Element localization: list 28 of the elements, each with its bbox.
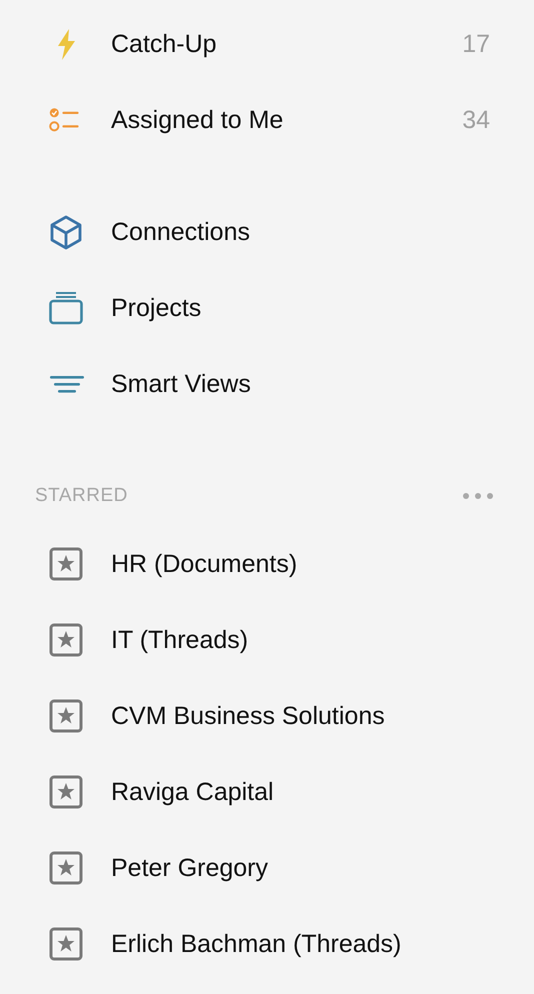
item-count: 34 [462, 106, 490, 134]
starred-label: HR (Documents) [111, 550, 298, 578]
starred-item[interactable]: CVM Business Solutions [0, 678, 534, 754]
starred-item[interactable]: Peter Gregory [0, 830, 534, 906]
nav-label: Connections [111, 218, 250, 246]
nav-label: Smart Views [111, 370, 251, 398]
starred-label: Erlich Bachman (Threads) [111, 930, 402, 958]
starred-label: Peter Gregory [111, 854, 268, 882]
nav-item[interactable]: Connections [0, 194, 534, 270]
starred-item[interactable]: Erlich Bachman (Threads) [0, 906, 534, 982]
nav-label: Assigned to Me [111, 106, 284, 134]
starred-label: IT (Threads) [111, 626, 248, 654]
stack-icon [48, 290, 84, 326]
item-count: 17 [462, 30, 490, 58]
starred-label: Raviga Capital [111, 778, 274, 806]
more-icon[interactable] [462, 492, 494, 500]
cube-icon [48, 214, 84, 250]
nav-item[interactable]: Assigned to Me 34 [0, 82, 534, 158]
nav-item[interactable]: Smart Views [0, 346, 534, 422]
nav-item[interactable]: Catch-Up 17 [0, 6, 534, 82]
nav-item[interactable]: Projects [0, 270, 534, 346]
starred-item[interactable]: Raviga Capital [0, 754, 534, 830]
starred-item[interactable]: HR (Documents) [0, 526, 534, 602]
section-title: STARRED [35, 485, 128, 507]
starred-label: CVM Business Solutions [111, 702, 385, 730]
nav-label: Catch-Up [111, 30, 217, 58]
starred-item[interactable]: IT (Threads) [0, 602, 534, 678]
nav-label: Projects [111, 294, 202, 322]
